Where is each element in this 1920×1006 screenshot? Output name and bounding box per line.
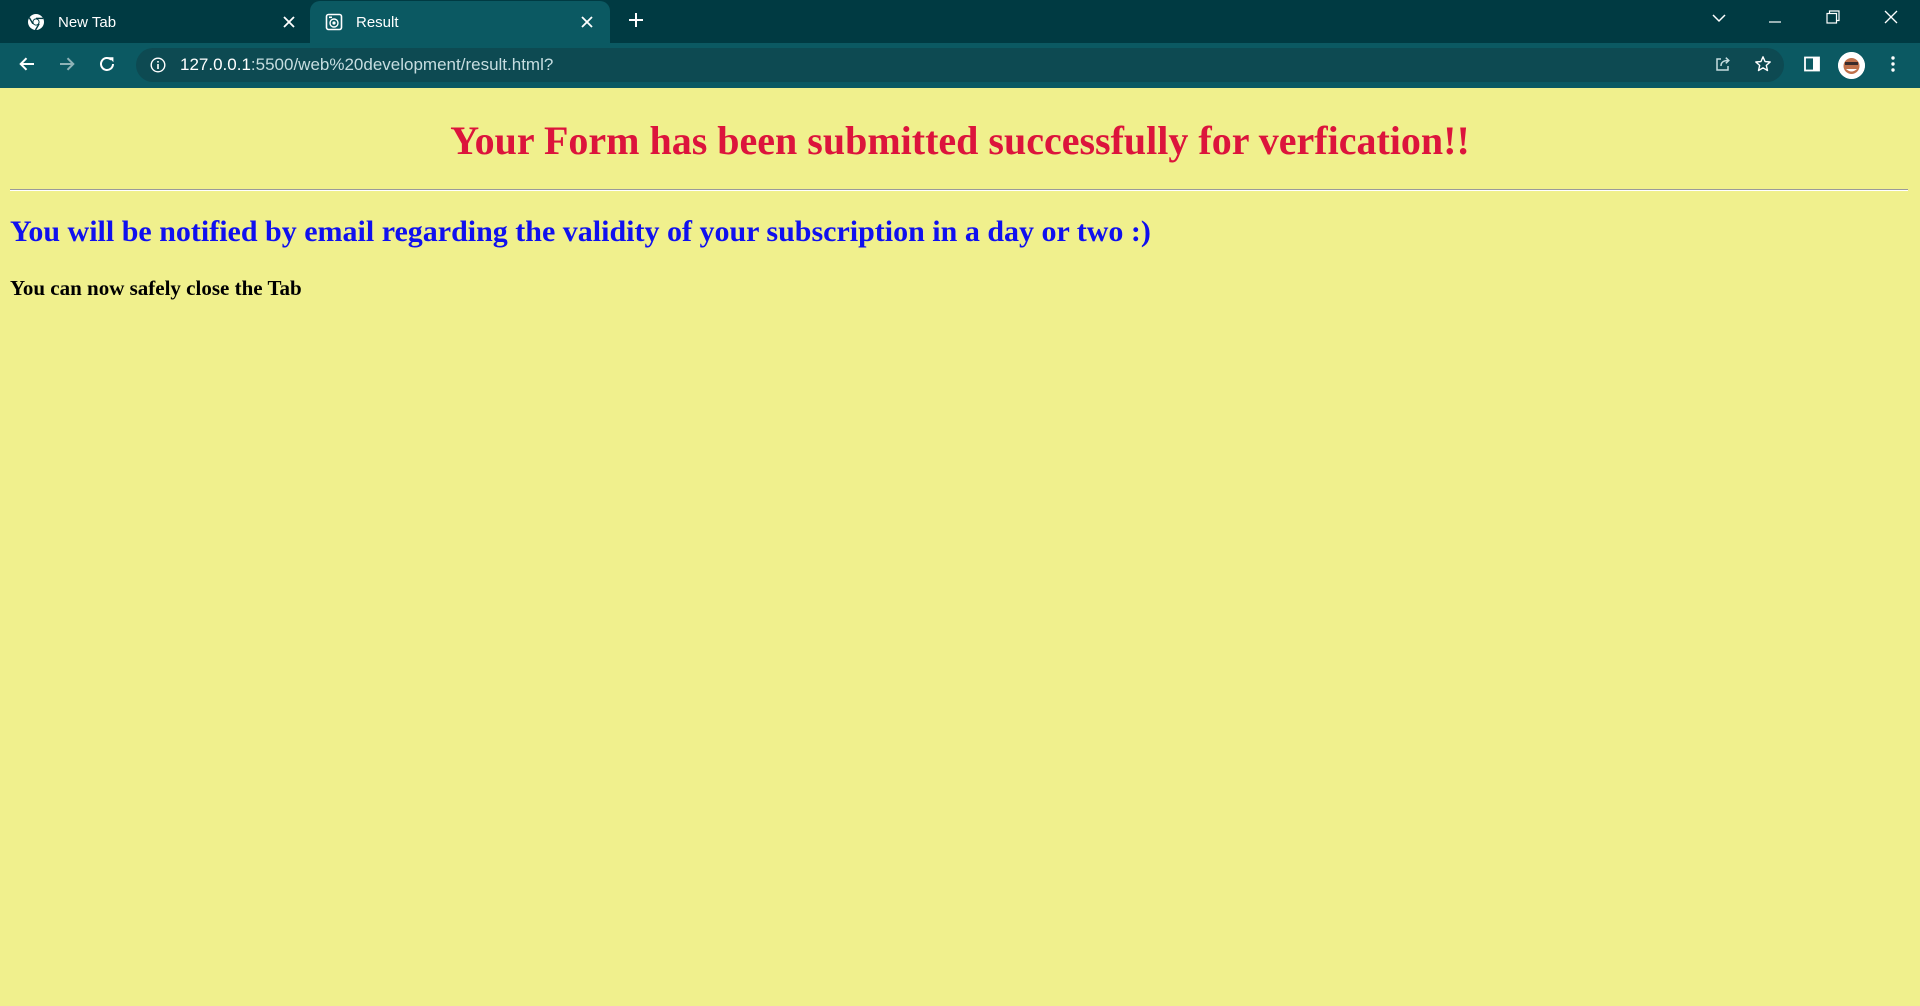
page-subtitle: You will be notified by email regarding … [10, 215, 1151, 248]
plus-icon [628, 12, 644, 33]
browser-toolbar: 127.0.0.1:5500/web%20development/result.… [0, 43, 1920, 88]
side-panel-button[interactable] [1795, 49, 1829, 83]
forward-button[interactable] [50, 49, 84, 83]
arrow-left-icon [18, 55, 36, 78]
browser-window: New Tab Result 127.0.0.1:5500/web%20deve… [0, 0, 1920, 1006]
tab-title: Result [356, 13, 399, 31]
page-favicon-icon [324, 12, 344, 32]
minimize-icon [1769, 10, 1781, 28]
share-icon [1714, 55, 1732, 78]
reload-button[interactable] [90, 49, 124, 83]
info-icon[interactable] [148, 55, 168, 75]
page-title: Your Form has been submitted successfull… [450, 118, 1470, 163]
close-icon[interactable] [276, 9, 302, 35]
restore-icon [1826, 9, 1840, 29]
close-window-button[interactable] [1868, 0, 1914, 38]
arrow-right-icon [58, 55, 76, 78]
close-icon [1884, 10, 1898, 29]
chrome-icon [26, 12, 46, 32]
more-vert-icon [1890, 55, 1896, 78]
divider [10, 189, 1908, 191]
tab-result[interactable]: Result [310, 1, 610, 43]
close-icon[interactable] [574, 9, 600, 35]
bookmark-button[interactable] [1746, 49, 1780, 83]
chevron-down-icon [1712, 10, 1726, 28]
share-button[interactable] [1706, 49, 1740, 83]
tab-title: New Tab [58, 13, 117, 31]
back-button[interactable] [10, 49, 44, 83]
minimize-button[interactable] [1752, 0, 1798, 38]
close-tab-note: You can now safely close the Tab [10, 276, 302, 300]
address-bar[interactable]: 127.0.0.1:5500/web%20development/result.… [136, 48, 1784, 82]
reload-icon [98, 55, 116, 78]
new-tab-button[interactable] [622, 8, 650, 36]
page-content: Your Form has been submitted successfull… [0, 88, 1920, 1006]
tab-strip: New Tab Result [0, 0, 1920, 43]
side-panel-icon [1803, 55, 1821, 78]
menu-button[interactable] [1876, 49, 1910, 83]
tab-new-tab[interactable]: New Tab [12, 1, 312, 43]
restore-button[interactable] [1810, 0, 1856, 38]
url-host: 127.0.0.1 [180, 55, 251, 74]
avatar[interactable] [1838, 52, 1865, 79]
url-path: :5500/web%20development/result.html? [250, 55, 554, 74]
star-icon [1754, 55, 1772, 78]
tab-search-button[interactable] [1696, 0, 1742, 38]
url-text[interactable]: 127.0.0.1:5500/web%20development/result.… [180, 55, 553, 75]
